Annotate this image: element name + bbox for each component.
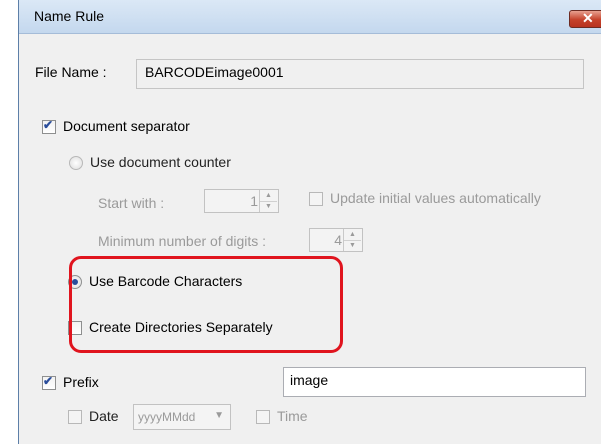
spinner-arrows: ▲ ▼	[343, 229, 362, 251]
chevron-down-icon: ▼	[214, 410, 224, 421]
date-format-value: yyyyMMdd	[138, 410, 196, 424]
spin-down-icon[interactable]: ▼	[260, 201, 277, 212]
time-checkbox[interactable]	[256, 410, 270, 424]
date-format-select[interactable]: yyyyMMdd ▼	[133, 404, 231, 430]
highlight-frame	[69, 256, 343, 353]
title-bar: Name Rule ✕	[19, 0, 601, 34]
file-name-field: BARCODEimage0001	[136, 59, 584, 89]
spinner-arrows: ▲ ▼	[259, 190, 278, 212]
prefix-checkbox[interactable]	[42, 374, 56, 390]
start-with-value: 1	[250, 193, 258, 209]
name-rule-dialog: Name Rule ✕ File Name : BARCODEimage0001…	[18, 0, 601, 444]
min-digits-spinner[interactable]: 4 ▲ ▼	[309, 228, 363, 252]
spin-down-icon[interactable]: ▼	[344, 240, 361, 251]
prefix-label: Prefix	[63, 374, 99, 390]
min-digits-label: Minimum number of digits :	[98, 233, 267, 249]
use-document-counter-radio[interactable]	[69, 156, 83, 170]
close-button[interactable]: ✕	[569, 10, 601, 28]
document-separator-checkbox[interactable]	[42, 118, 56, 134]
date-label: Date	[89, 408, 119, 424]
update-initial-values-checkbox[interactable]	[309, 192, 323, 206]
file-name-label: File Name :	[35, 64, 107, 80]
start-with-label: Start with :	[98, 195, 165, 211]
date-checkbox[interactable]	[68, 410, 82, 424]
use-document-counter-label: Use document counter	[90, 154, 231, 170]
dialog-title: Name Rule	[34, 8, 105, 24]
document-separator-label: Document separator	[63, 118, 190, 134]
update-initial-values-label: Update initial values automatically	[330, 190, 541, 206]
start-with-spinner[interactable]: 1 ▲ ▼	[204, 189, 279, 213]
close-icon: ✕	[582, 10, 594, 26]
min-digits-value: 4	[334, 232, 342, 248]
time-label: Time	[277, 408, 308, 424]
prefix-input[interactable]: image	[283, 367, 586, 397]
